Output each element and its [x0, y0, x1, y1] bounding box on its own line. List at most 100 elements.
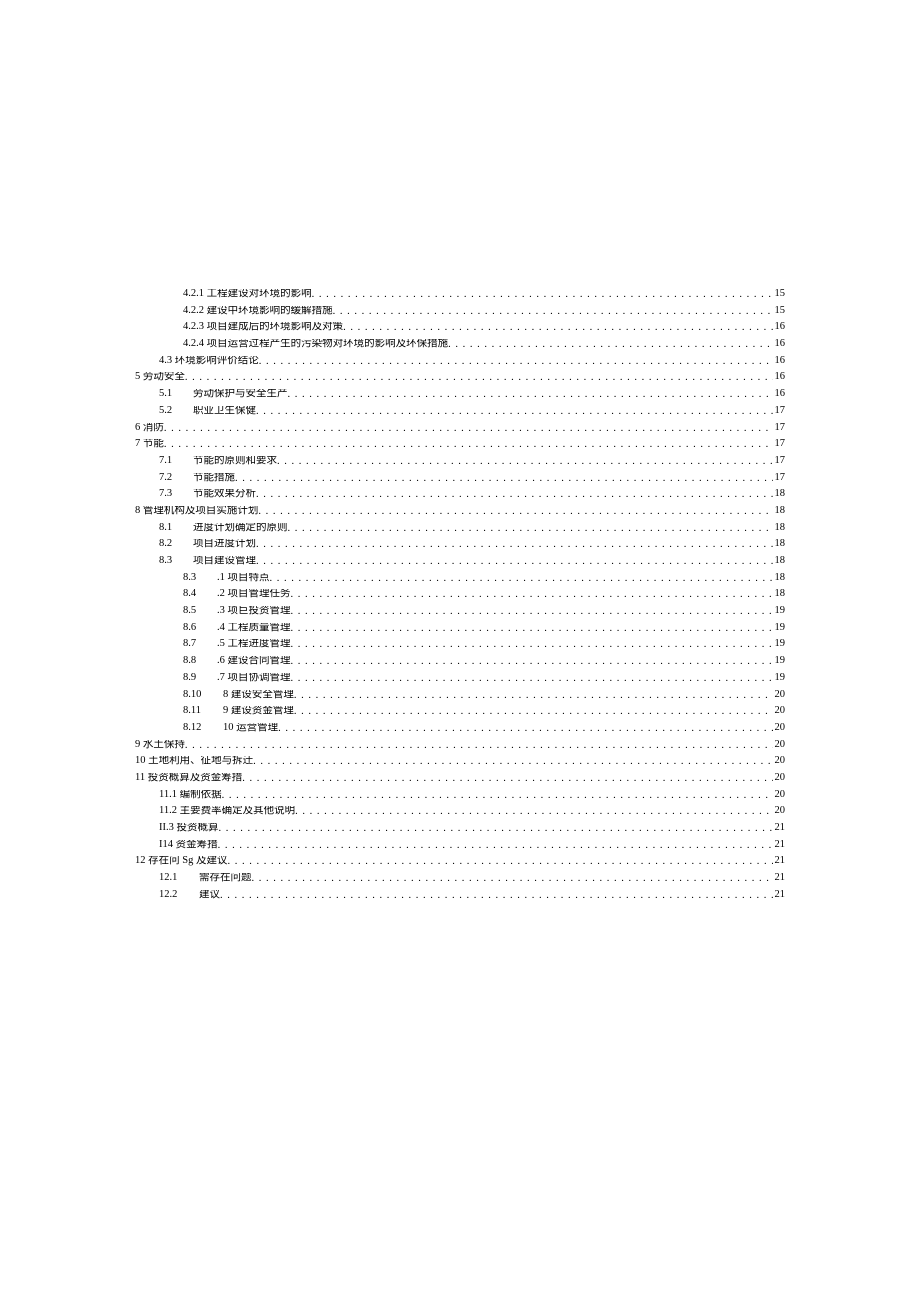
- toc-entry-title: 10 运营管理: [223, 723, 278, 733]
- toc-leader-dots: [448, 340, 772, 351]
- toc-entry-page: 19: [773, 656, 786, 667]
- toc-entry: 4.2.2 建设中环境影响的缓解措施15: [135, 306, 785, 323]
- toc-leader-dots: [278, 724, 772, 735]
- toc-entry: 5 劳动安全16: [135, 372, 785, 389]
- toc-leader-dots: [218, 841, 773, 852]
- toc-entry-label: 12.1需存在问题: [159, 873, 252, 884]
- toc-entry-number: 8.3: [159, 556, 193, 567]
- toc-entry-title: 8 建设安全管理: [223, 690, 294, 700]
- toc-entry-number: 8.4: [183, 589, 217, 600]
- toc-entry-label: 8.3项目建设管理: [159, 556, 256, 567]
- toc-entry-label: 6 消防: [135, 423, 164, 434]
- toc-entry-label: 5.2职业卫生保健: [159, 406, 256, 417]
- toc-entry: 8.119 建设资金管理 20: [135, 706, 785, 723]
- toc-leader-dots: [291, 657, 773, 668]
- toc-entry: 5.2职业卫生保健17: [135, 406, 785, 423]
- toc-entry-page: 18: [773, 506, 786, 517]
- toc-entry-number: 8.9: [183, 673, 217, 684]
- toc-entry-title: 项目建设管理: [193, 556, 256, 566]
- toc-leader-dots: [294, 691, 773, 702]
- toc-entry-label: 9 水土保持: [135, 740, 185, 751]
- toc-entry-number: 8.6: [183, 623, 217, 634]
- toc-entry-label: 7.3节能效果分析: [159, 489, 256, 500]
- toc-leader-dots: [185, 373, 773, 384]
- toc-entry-title: 节能措施: [193, 473, 235, 483]
- toc-entry-page: 19: [773, 606, 786, 617]
- toc-entry-number: 12.1: [159, 873, 199, 884]
- toc-entry-page: 17: [773, 456, 786, 467]
- toc-leader-dots: [333, 307, 773, 318]
- document-page: 4.2.1 工程建设对环境的影响154.2.2 建设中环境影响的缓解措施154.…: [0, 0, 920, 1301]
- toc-leader-dots: [288, 524, 773, 535]
- toc-entry: 12.1需存在问题21: [135, 873, 785, 890]
- toc-entry-page: 16: [773, 339, 786, 350]
- toc-entry-label: 7.1节能的原则和要求: [159, 456, 277, 467]
- toc-entry-page: 18: [773, 556, 786, 567]
- toc-entry-page: 20: [773, 690, 786, 701]
- toc-entry: 8 管理机构及项目实施计划18: [135, 506, 785, 523]
- toc-leader-dots: [242, 774, 772, 785]
- toc-entry-label: II.3 投资概算: [159, 823, 219, 834]
- toc-leader-dots: [256, 557, 773, 568]
- toc-entry-title: .6 建设合同管理: [217, 656, 291, 666]
- toc-entry: 11.2 主要费率确定及其他说明20: [135, 806, 785, 823]
- toc-entry-label: 7.2节能措施: [159, 473, 235, 484]
- toc-entry-page: 20: [773, 806, 786, 817]
- toc-entry-title: .3 项巨投资管理: [217, 606, 291, 616]
- toc-entry-page: 18: [773, 589, 786, 600]
- toc-entry-number: 8.5: [183, 606, 217, 617]
- toc-entry: 10 土地利用、征地与拆迁20: [135, 756, 785, 773]
- toc-entry-page: 16: [773, 322, 786, 333]
- toc-entry: 8.3.1 项目特点18: [135, 573, 785, 590]
- toc-entry-page: 16: [773, 389, 786, 400]
- toc-entry: 9 水土保持 20: [135, 740, 785, 757]
- toc-leader-dots: [288, 390, 773, 401]
- toc-entry-label: 5 劳动安全: [135, 372, 185, 383]
- toc-entry: 7.1节能的原则和要求 17: [135, 456, 785, 473]
- toc-leader-dots: [295, 807, 772, 818]
- toc-entry-label: 8.5.3 项巨投资管理: [183, 606, 291, 617]
- toc-leader-dots: [343, 323, 772, 334]
- toc-entry-label: 8.1210 运营管理: [183, 723, 278, 734]
- toc-entry-page: 18: [773, 539, 786, 550]
- toc-entry-label: 8.119 建设资金管理: [183, 706, 294, 717]
- toc-entry: 8.9.7 项目协调管理19: [135, 673, 785, 690]
- toc-entry: 12.2建议21: [135, 890, 785, 907]
- toc-entry-label: 8.7.5 工程进度管理: [183, 639, 291, 650]
- toc-entry: 8.108 建设安全管理 20: [135, 690, 785, 707]
- toc-leader-dots: [270, 574, 773, 585]
- toc-entry-title: 劳动保护与安全生产: [193, 389, 288, 399]
- toc-entry-label: 11 投资概算及资金筹措: [135, 773, 242, 784]
- toc-entry-label: 4.2.1 工程建设对环境的影响: [183, 289, 312, 300]
- toc-entry-page: 20: [773, 706, 786, 717]
- toc-entry: 4.3 环境影响评价结论16: [135, 356, 785, 373]
- toc-entry: 6 消防17: [135, 423, 785, 440]
- toc-entry-label: 8.3.1 项目特点: [183, 573, 270, 584]
- toc-entry-number: 7.1: [159, 456, 193, 467]
- toc-leader-dots: [235, 474, 773, 485]
- toc-entry-label: 11.1 编制依据: [159, 790, 222, 801]
- toc-entry-page: 20: [773, 740, 786, 751]
- toc-entry-label: 4.2.3 项目建成后的环境影响及对策: [183, 322, 343, 333]
- toc-leader-dots: [253, 757, 772, 768]
- toc-entry-title: 项目进度计划: [193, 539, 256, 549]
- toc-entry-page: 20: [773, 756, 786, 767]
- toc-leader-dots: [256, 407, 773, 418]
- table-of-contents: 4.2.1 工程建设对环境的影响154.2.2 建设中环境影响的缓解措施154.…: [135, 289, 785, 906]
- toc-leader-dots: [294, 707, 773, 718]
- toc-entry-title: .5 工程进度管理: [217, 639, 291, 649]
- toc-entry-page: 21: [773, 823, 786, 834]
- toc-entry: 8.2项目进度计划18: [135, 539, 785, 556]
- toc-entry-title: .7 项目协调管理: [217, 673, 291, 683]
- toc-entry: 4.2.1 工程建设对环境的影响15: [135, 289, 785, 306]
- toc-leader-dots: [291, 674, 773, 685]
- toc-entry-title: 节能的原则和要求: [193, 456, 277, 466]
- toc-entry-number: 8.8: [183, 656, 217, 667]
- toc-entry-number: 8.10: [183, 690, 223, 701]
- toc-leader-dots: [164, 440, 773, 451]
- toc-entry: 8.1210 运营管理 20: [135, 723, 785, 740]
- toc-entry-label: 8.9.7 项目协调管理: [183, 673, 291, 684]
- toc-entry-page: 20: [773, 723, 786, 734]
- toc-entry-page: 19: [773, 623, 786, 634]
- toc-leader-dots: [291, 624, 773, 635]
